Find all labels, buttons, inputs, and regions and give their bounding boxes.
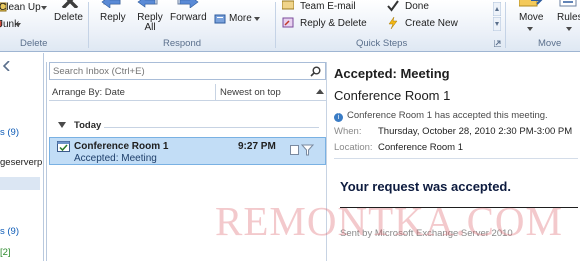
folder-item[interactable]: s (9) [0,127,44,138]
team-email-icon [282,0,294,10]
location-value: Conference Room 1 [378,142,464,153]
chevron-down-icon [41,6,47,10]
folder-item[interactable]: geserverp [0,157,44,168]
move-icon [519,0,543,7]
folder-highlight [0,177,40,190]
info-bar: i Conference Room 1 has accepted this mee… [334,110,548,122]
folder-item[interactable]: [2] [0,247,44,258]
dialog-launcher-icon[interactable] [494,40,501,47]
info-text: Conference Room 1 has accepted this meet… [347,110,548,121]
chevron-down-icon [566,27,572,31]
reply-all-label-line2: All [144,22,156,33]
flag-icon[interactable] [301,144,314,156]
message-time: 9:27 PM [238,141,276,152]
ribbon: Clean Up Junk Delete Delete Reply Reply … [0,0,580,52]
when-label: When: [334,126,362,137]
rules-button[interactable]: Rules [557,12,580,23]
ribbon-separator [88,2,89,48]
chevron-down-icon [254,17,260,21]
delete-icon [61,0,79,8]
sort-arrow-icon [316,89,324,94]
arrange-bar: Arrange By: Date Newest on top [49,84,326,101]
message-row[interactable]: Conference Room 1 9:27 PM Accepted: Meet… [49,137,326,165]
scroll-down-icon[interactable] [493,17,501,31]
rules-icon [559,0,577,7]
sort-order-label: Newest on top [220,87,281,98]
folder-item[interactable]: s (9) [0,226,44,237]
message-body-text: Your request was accepted. [340,179,511,194]
done-button[interactable]: Done [405,1,429,12]
forward-icon [177,0,199,8]
sort-order-button[interactable]: Newest on top [215,84,326,100]
meeting-accepted-icon [57,141,70,152]
delete-button[interactable]: Delete [54,12,83,23]
chevron-down-icon [527,27,533,31]
respond-group-label: Respond [163,38,202,49]
search-box[interactable] [49,62,326,80]
watermark: REMONTKA.COM [215,198,563,244]
ribbon-separator [505,2,506,48]
folder-pane: s (9) geserverp s (9) [2] [0,53,44,261]
search-input[interactable] [53,65,303,78]
folder-item-label: geserverp [0,157,43,168]
chevron-left-icon[interactable] [3,61,10,71]
ribbon-separator [275,2,276,48]
scroll-up-icon[interactable] [493,2,501,16]
delete-group-label: Delete [20,38,48,49]
quick-steps-group-label: Quick Steps [356,38,408,49]
folder-item-label: [2] [0,247,11,258]
more-icon [214,14,226,24]
move-button[interactable]: Move [519,12,543,23]
location-label: Location: [334,142,373,153]
info-icon: i [334,113,343,122]
lightning-icon [388,17,398,29]
when-value: Thursday, October 28, 2010 2:30 PM-3:00 … [378,126,573,137]
arrange-by-button[interactable]: Arrange By: Date [52,87,125,98]
group-header-label: Today [74,120,102,131]
collapse-triangle-icon [58,122,66,128]
group-header-today[interactable]: Today [49,119,326,133]
category-icon[interactable] [290,145,299,155]
meeting-location-title: Conference Room 1 [334,88,451,103]
reply-delete-button[interactable]: Reply & Delete [300,18,367,29]
message-sender: Conference Room 1 [74,141,169,152]
search-icon[interactable] [310,66,321,77]
more-button[interactable]: More [229,13,252,24]
chevron-down-icon [15,23,21,27]
forward-button[interactable]: Forward [170,12,207,23]
checkmark-icon [387,0,399,12]
message-actions [288,143,318,157]
team-email-button[interactable]: Team E-mail [300,1,356,12]
clean-up-button[interactable]: Clean Up [0,2,41,13]
message-subject-header: Accepted: Meeting [334,66,450,81]
folder-item-label: s (9) [0,226,19,237]
folder-item-label: s (9) [0,127,19,138]
reply-button[interactable]: Reply [100,12,126,23]
header-divider [334,158,578,159]
message-subject: Accepted: Meeting [74,153,157,164]
reply-delete-icon [282,17,294,28]
move-group-label: Move [538,38,562,49]
reply-icon [101,0,121,8]
create-new-button[interactable]: Create New [405,18,458,29]
reply-all-button[interactable]: Reply All [137,12,163,33]
group-divider [104,127,319,128]
reply-all-icon [137,0,158,8]
